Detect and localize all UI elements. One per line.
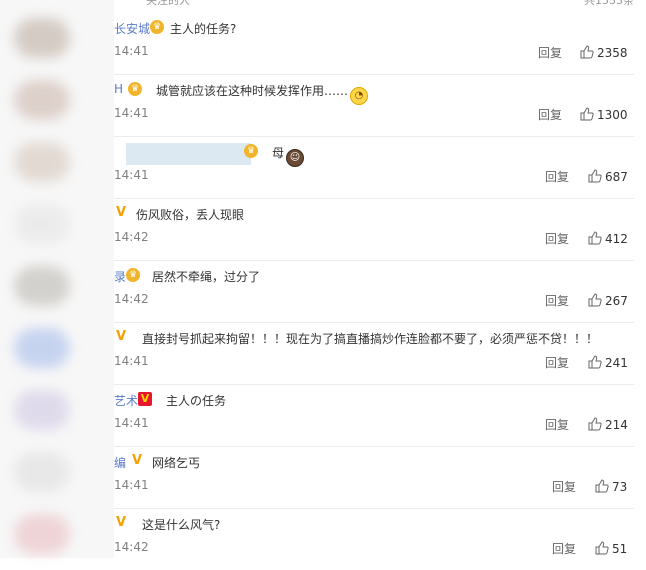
like-count: 267	[605, 294, 628, 308]
like-count: 1300	[597, 108, 628, 122]
reply-button[interactable]: 回复	[545, 292, 569, 309]
like-button[interactable]: 51	[595, 541, 627, 556]
reply-button[interactable]: 回复	[538, 106, 562, 123]
timestamp: 14:42	[114, 292, 149, 306]
timestamp: 14:42	[114, 230, 149, 244]
thumbs-up-icon	[595, 541, 609, 555]
header-left-text: 关注的人	[146, 0, 190, 7]
avatar	[14, 142, 70, 182]
thumbs-up-icon	[580, 107, 594, 121]
comment-text: 主人の任务	[166, 394, 227, 408]
timestamp: 14:41	[114, 416, 149, 430]
avatar	[14, 18, 70, 58]
timestamp: 14:41	[114, 478, 149, 492]
crown-badge-icon: ♛	[150, 20, 164, 34]
comment-item: 长安城 ♛ 主人的任务? 14:41 回复 2358	[114, 12, 634, 75]
avatar	[14, 390, 70, 430]
comment-text: 居然不牵绳，过分了	[152, 270, 261, 284]
like-button[interactable]: 2358	[580, 45, 628, 60]
blurred-avatar-column	[0, 0, 114, 558]
crown-badge-icon: ♛	[244, 144, 258, 158]
reply-button[interactable]: 回复	[552, 540, 576, 557]
comment-text: 伤风败俗，丢人现眼	[136, 208, 245, 222]
comment-text: 城管就应该在这种时候发挥作用…… ◔	[156, 82, 369, 105]
like-button[interactable]: 267	[588, 293, 628, 308]
comment-text: 主人的任务?	[170, 22, 237, 36]
comment-text: 这是什么风气?	[142, 518, 221, 532]
timestamp: 14:42	[114, 540, 149, 554]
like-count: 73	[612, 480, 628, 494]
username[interactable]: 艺术	[114, 392, 138, 409]
timestamp: 14:41	[114, 168, 149, 182]
comment-text: 母 ☺	[272, 144, 305, 167]
comment-text: 网络乞丐	[152, 456, 201, 470]
thumbs-up-icon	[580, 45, 594, 59]
comment-item: V 这是什么风气? 14:42 回复 51	[114, 508, 634, 570]
timestamp: 14:41	[114, 106, 149, 120]
like-button[interactable]: 73	[595, 479, 627, 494]
comment-item: 编 V 网络乞丐 14:41 回复 73	[114, 446, 634, 509]
reply-button[interactable]: 回复	[545, 354, 569, 371]
username[interactable]: 录	[114, 268, 126, 285]
like-count: 2358	[597, 46, 628, 60]
like-count: 51	[612, 542, 628, 556]
like-count: 687	[605, 170, 628, 184]
comment-text: 直接封号抓起来拘留！！！现在为了搞直播搞炒作连脸都不要了，必须严惩不贷！！！	[142, 332, 599, 346]
comment-item: ♛ 母 ☺ 14:41 回复 687	[114, 136, 634, 199]
v-badge-icon: V	[115, 329, 127, 344]
thumbs-up-icon	[588, 169, 602, 183]
thumbs-up-icon	[588, 231, 602, 245]
crown-badge-icon: ♛	[128, 82, 142, 96]
redacted-username	[126, 143, 251, 165]
avatar	[14, 514, 70, 554]
like-button[interactable]: 1300	[580, 107, 628, 122]
comment-item: V 直接封号抓起来拘留！！！现在为了搞直播搞炒作连脸都不要了，必须严惩不贷！！！…	[114, 322, 634, 385]
like-count: 412	[605, 232, 628, 246]
thumbs-up-icon	[588, 293, 602, 307]
reply-button[interactable]: 回复	[538, 44, 562, 61]
like-button[interactable]: 687	[588, 169, 628, 184]
v-badge-icon: V	[115, 205, 127, 220]
avatar	[14, 328, 70, 368]
comment-item: H ♛ 城管就应该在这种时候发挥作用…… ◔ 14:41 回复 1300	[114, 74, 634, 137]
list-header: 关注的人 共1533条	[114, 0, 646, 8]
reply-button[interactable]: 回复	[545, 416, 569, 433]
woman-emoji-icon: ☺	[286, 149, 305, 167]
like-button[interactable]: 241	[588, 355, 628, 370]
username[interactable]: 长安城	[114, 20, 150, 37]
thumbs-up-icon	[595, 479, 609, 493]
thumbs-up-icon	[588, 417, 602, 431]
v-badge-icon: V	[115, 515, 127, 530]
reply-button[interactable]: 回复	[552, 478, 576, 495]
like-count: 241	[605, 356, 628, 370]
reply-button[interactable]: 回复	[545, 168, 569, 185]
timestamp: 14:41	[114, 44, 149, 58]
comment-item: 艺术 V 主人の任务 14:41 回复 214	[114, 384, 634, 447]
like-button[interactable]: 412	[588, 231, 628, 246]
v-badge-icon: V	[138, 392, 152, 406]
v-badge-icon: V	[131, 453, 143, 468]
crown-badge-icon: ♛	[126, 268, 140, 282]
header-right-text: 共1533条	[584, 0, 634, 7]
avatar	[14, 204, 70, 244]
thumbs-up-icon	[588, 355, 602, 369]
comment-item: 录 ♛ 居然不牵绳，过分了 14:42 回复 267	[114, 260, 634, 323]
avatar	[14, 266, 70, 306]
timestamp: 14:41	[114, 354, 149, 368]
comment-item: V 伤风败俗，丢人现眼 14:42 回复 412	[114, 198, 634, 261]
like-count: 214	[605, 418, 628, 432]
like-button[interactable]: 214	[588, 417, 628, 432]
roll-eyes-emoji-icon: ◔	[350, 87, 369, 105]
reply-button[interactable]: 回复	[545, 230, 569, 247]
username[interactable]: 编	[114, 454, 126, 471]
avatar	[14, 80, 70, 120]
username[interactable]: H	[114, 82, 123, 96]
avatar	[14, 452, 70, 492]
